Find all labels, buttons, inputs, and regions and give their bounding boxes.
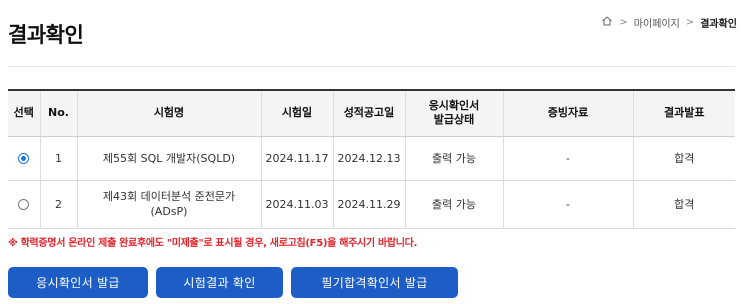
- result: 합격: [632, 136, 735, 181]
- exam-name-line2: (ADsP): [150, 205, 188, 218]
- select-cell[interactable]: [8, 180, 40, 229]
- breadcrumb-item-current: 결과확인: [700, 19, 737, 30]
- home-icon[interactable]: [601, 15, 613, 30]
- written-pass-cert-button[interactable]: 필기합격확인서 발급: [291, 267, 458, 298]
- column-header-result-date: 성적공고일: [332, 89, 405, 137]
- breadcrumb-item-mypage[interactable]: 마이페이지: [634, 15, 680, 30]
- exam-name: 제43회 데이터분석 준전문가 (ADsP): [76, 180, 261, 229]
- exam-date: 2024.11.17: [260, 136, 333, 181]
- column-header-exam-name: 시험명: [76, 89, 261, 137]
- evidence: -: [502, 180, 633, 229]
- row-no: 1: [39, 136, 77, 181]
- cert-status: 출력 가능: [404, 136, 503, 181]
- column-header-evidence: 증빙자료: [502, 89, 633, 137]
- breadcrumb-separator: >: [619, 17, 628, 28]
- select-radio-1[interactable]: [18, 153, 30, 164]
- select-cell[interactable]: [8, 136, 40, 181]
- check-result-button[interactable]: 시험결과 확인: [156, 267, 283, 298]
- cert-status: 출력 가능: [404, 180, 503, 229]
- result-date: 2024.11.29: [332, 180, 405, 229]
- result-date: 2024.12.13: [332, 136, 405, 181]
- exam-date: 2024.11.03: [260, 180, 333, 229]
- title-divider: [8, 66, 735, 67]
- select-radio-2[interactable]: [18, 199, 30, 210]
- breadcrumb-separator: >: [685, 17, 695, 28]
- column-header-cert-status: 응시확인서 발급상태: [404, 89, 503, 137]
- exam-name: 제55회 SQL 개발자(SQLD): [76, 136, 261, 181]
- result-table: 선택 No. 시험명 시험일 성적공고일 응시확인서 발급상태 증빙자료 결과발…: [8, 89, 735, 229]
- exam-name-line1: 제43회 데이터분석 준전문가: [102, 190, 236, 203]
- column-header-select: 선택: [8, 89, 40, 137]
- breadcrumb: > 마이페이지 > 결과확인: [601, 15, 737, 30]
- issue-cert-button[interactable]: 응시확인서 발급: [8, 267, 148, 298]
- evidence: -: [502, 136, 633, 181]
- cert-status-header-line2: 발급상태: [433, 113, 475, 127]
- column-header-exam-date: 시험일: [260, 89, 333, 137]
- table-row[interactable]: 2 제43회 데이터분석 준전문가 (ADsP) 2024.11.03 2024…: [8, 180, 735, 229]
- row-no: 2: [39, 180, 77, 229]
- table-row[interactable]: 1 제55회 SQL 개발자(SQLD) 2024.11.17 2024.12.…: [8, 136, 735, 181]
- column-header-result: 결과발표: [632, 89, 735, 137]
- table-header-row: 선택 No. 시험명 시험일 성적공고일 응시확인서 발급상태 증빙자료 결과발…: [8, 89, 735, 137]
- result: 합격: [632, 180, 735, 229]
- action-buttons: 응시확인서 발급 시험결과 확인 필기합격확인서 발급: [8, 267, 466, 298]
- page-title: 결과확인: [8, 23, 84, 47]
- column-header-no: No.: [39, 89, 77, 137]
- notice-text: ※ 학력증명서 온라인 제출 완료후에도 "미제출"로 표시될 경우, 새로고침…: [8, 238, 418, 249]
- cert-status-header-line1: 응시확인서: [428, 99, 480, 113]
